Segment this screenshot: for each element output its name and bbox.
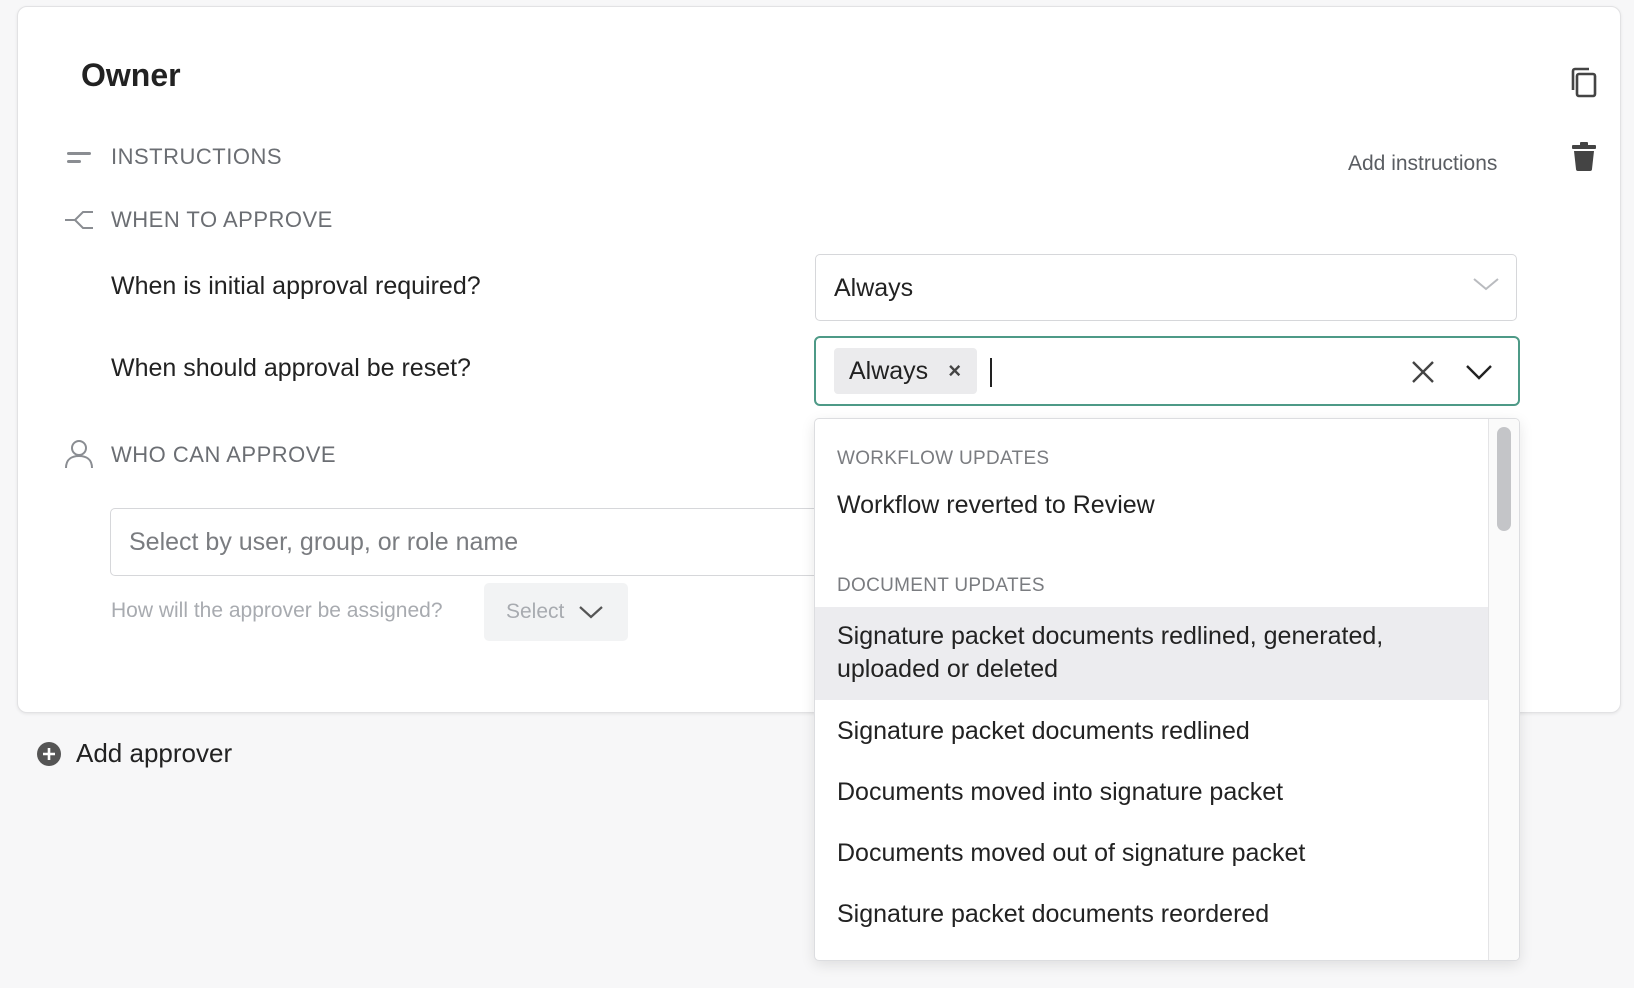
initial-approval-question: When is initial approval required? [111, 272, 481, 300]
dropdown-group-label: DOCUMENT UPDATES [837, 575, 1045, 596]
copy-icon [1571, 67, 1597, 98]
branch-icon [62, 203, 96, 237]
initial-approval-value: Always [834, 274, 914, 302]
plus-circle-icon [37, 741, 61, 766]
text-caret [990, 358, 992, 387]
chevron-down-icon[interactable] [1462, 355, 1496, 389]
initial-approval-select[interactable]: Always [815, 254, 1517, 321]
chevron-down-icon [579, 606, 604, 619]
card-title: Owner [81, 57, 181, 93]
approver-search-input[interactable] [110, 508, 830, 576]
assign-method-select-label: Select [506, 600, 565, 623]
selected-chip: Always × [834, 348, 978, 394]
scrollbar-thumb[interactable] [1497, 427, 1511, 531]
dropdown-list: WORKFLOW UPDATES Workflow reverted to Re… [815, 419, 1491, 960]
assign-method-question: How will the approver be assigned? [111, 599, 443, 622]
who-can-approve-heading: WHO CAN APPROVE [111, 442, 337, 467]
dropdown-option[interactable]: Signature packet documents reordered [815, 898, 1491, 931]
chip-remove-icon[interactable]: × [948, 358, 961, 384]
add-approver-button[interactable]: Add approver [36, 738, 232, 769]
dropdown-option[interactable]: Workflow reverted to Review [815, 489, 1491, 522]
dropdown-option[interactable]: Signature packet documents redlined [815, 715, 1491, 748]
instructions-heading: INSTRUCTIONS [111, 144, 282, 169]
when-to-approve-heading: WHEN TO APPROVE [111, 207, 333, 232]
add-approver-label: Add approver [76, 738, 233, 768]
reset-options-dropdown: WORKFLOW UPDATES Workflow reverted to Re… [814, 418, 1520, 961]
dropdown-option-highlighted[interactable]: Signature packet documents redlined, gen… [815, 607, 1491, 700]
lines-icon [62, 141, 96, 175]
clear-icon[interactable] [1406, 355, 1440, 389]
reset-approval-question: When should approval be reset? [111, 354, 471, 382]
assign-method-select[interactable]: Select [484, 583, 628, 641]
dropdown-group-label: WORKFLOW UPDATES [837, 448, 1050, 469]
copy-button[interactable] [1564, 62, 1604, 104]
user-icon [62, 437, 96, 471]
dropdown-option[interactable]: Documents moved out of signature packet [815, 837, 1491, 870]
dropdown-scrollbar[interactable] [1488, 419, 1519, 960]
add-instructions-link[interactable]: Add instructions [1348, 152, 1620, 176]
reset-approval-multiselect[interactable]: Always × [814, 336, 1520, 406]
dropdown-option[interactable]: Documents moved into signature packet [815, 776, 1491, 809]
chevron-down-icon [1473, 278, 1499, 291]
chip-label: Always [849, 356, 929, 385]
